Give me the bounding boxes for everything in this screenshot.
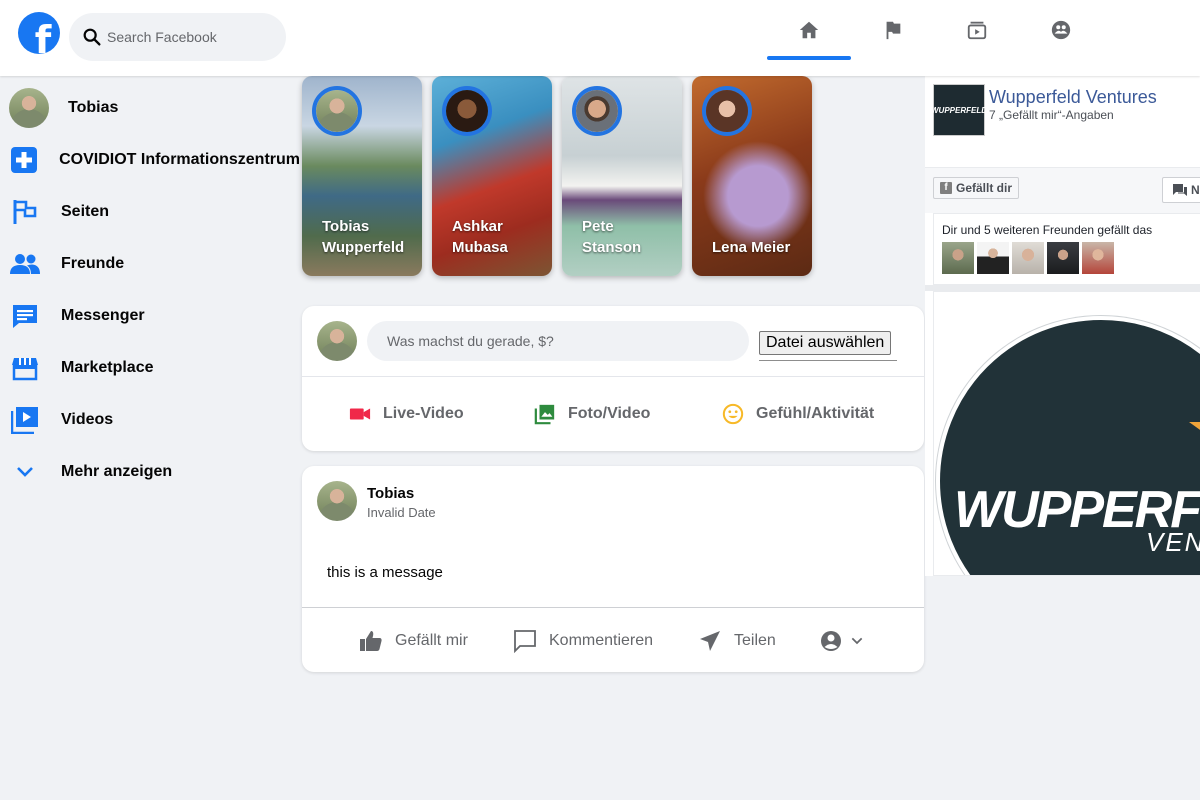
page-logo[interactable]: WUPPERFELD (931, 84, 987, 136)
search-bar[interactable] (69, 13, 286, 61)
page-cover-image[interactable]: WUPPERFELD VENTURES (933, 291, 1200, 576)
post-message: this is a message (327, 564, 443, 581)
messenger-icon (13, 305, 37, 328)
page-plugin: WUPPERFELD Wupperfeld Ventures 7 „Gefäll… (925, 76, 1200, 576)
sidebar-item-label: Seiten (61, 203, 110, 220)
left-sidebar: Tobias COVIDIOT Informationszentrum Seit… (0, 82, 300, 498)
nav-pages[interactable] (851, 0, 935, 60)
friend-avatar[interactable] (1082, 242, 1114, 274)
sidebar-item-friends[interactable]: Freunde (0, 238, 300, 290)
chevron-down-icon (851, 637, 863, 645)
groups-icon (1051, 20, 1071, 40)
status-input[interactable]: Was machst du gerade, $? (367, 321, 749, 361)
page-message-button[interactable]: N (1162, 177, 1200, 203)
page-likes-count: 7 „Gefällt mir“-Angaben (989, 108, 1114, 122)
flag-icon (886, 21, 901, 40)
friend-avatar[interactable] (977, 242, 1009, 274)
page-like-button[interactable]: f Gefällt dir (933, 177, 1020, 199)
cover-brand-subtext: VENTURES (1146, 527, 1200, 557)
file-picker[interactable]: Datei auswählen (759, 331, 897, 361)
search-icon (83, 28, 101, 46)
post-author[interactable]: Tobias (367, 485, 414, 502)
like-button[interactable]: Gefällt mir (359, 626, 468, 656)
story-name: Lena Meier (712, 239, 791, 256)
flag-icon (13, 200, 37, 224)
message-icon (1173, 184, 1187, 196)
account-circle-icon (821, 631, 841, 651)
avatar (9, 88, 49, 128)
sidebar-item-label: Mehr anzeigen (61, 463, 173, 480)
facebook-square-icon: f (940, 182, 952, 194)
avatar[interactable] (317, 481, 357, 521)
sidebar-item-videos[interactable]: Videos (0, 394, 300, 446)
story-avatar (702, 86, 752, 136)
story-avatar (572, 86, 622, 136)
smiley-icon (722, 403, 744, 425)
divider (302, 376, 924, 377)
friends-icon (10, 254, 40, 274)
live-video-button[interactable]: Live-Video (349, 394, 464, 434)
friend-faces (942, 242, 1114, 274)
photo-icon (534, 404, 555, 425)
choose-file-button[interactable]: Datei auswählen (759, 331, 892, 355)
photo-video-button[interactable]: Foto/Video (534, 394, 650, 434)
sidebar-item-label: COVIDIOT Informationszentrum (59, 151, 300, 168)
chevron-down-icon (17, 467, 33, 477)
create-post-card: Was machst du gerade, $? Datei auswählen… (302, 306, 924, 451)
audience-selector[interactable] (819, 626, 877, 656)
page-name-link[interactable]: Wupperfeld Ventures (989, 87, 1157, 108)
story-card[interactable]: Tobias Wupperfeld (302, 76, 422, 276)
story-card[interactable]: Lena Meier (692, 76, 812, 276)
live-video-icon (349, 408, 371, 420)
sidebar-item-label: Videos (61, 411, 114, 428)
facebook-logo[interactable]: f (18, 12, 60, 54)
friend-avatar[interactable] (942, 242, 974, 274)
friend-avatar[interactable] (1012, 242, 1044, 274)
comment-button[interactable]: Kommentieren (513, 626, 653, 656)
video-icon (11, 407, 38, 434)
post-timestamp[interactable]: Invalid Date (367, 505, 436, 520)
nav-watch[interactable] (935, 0, 1019, 60)
friends-like-text: Dir und 5 weiteren Freunden gefällt das (942, 223, 1153, 237)
story-name: Pete Stanson (582, 218, 642, 256)
shop-icon (12, 358, 38, 381)
page-actions-strip: f Gefällt dir N (925, 167, 1200, 213)
nav-home[interactable] (767, 0, 851, 60)
sidebar-item-marketplace[interactable]: Marketplace (0, 342, 300, 394)
sidebar-item-show-more[interactable]: Mehr anzeigen (0, 446, 300, 498)
divider (302, 607, 924, 608)
friends-like-box: Dir und 5 weiteren Freunden gefällt das (933, 213, 1200, 285)
nav-groups[interactable] (1019, 0, 1103, 60)
story-card[interactable]: Ashkar Mubasa (432, 76, 552, 276)
story-name: Tobias Wupperfeld (322, 218, 405, 256)
home-icon (799, 21, 819, 39)
plus-icon (11, 147, 38, 173)
comment-icon (514, 630, 536, 653)
story-avatar (312, 86, 362, 136)
search-input[interactable] (107, 29, 277, 45)
sidebar-item-label: Messenger (61, 307, 145, 324)
avatar (317, 321, 357, 361)
story-name: Ashkar Mubasa (452, 218, 508, 256)
thumbs-up-icon (360, 631, 382, 651)
story-avatar (442, 86, 492, 136)
sidebar-item-covid-center[interactable]: COVIDIOT Informationszentrum (0, 134, 300, 186)
feeling-activity-button[interactable]: Gefühl/Aktivität (722, 394, 874, 434)
post-card: Tobias Invalid Date this is a message Ge… (302, 466, 924, 672)
composer-actions: Live-Video Foto/Video Gefühl/Aktivität (302, 394, 924, 434)
sidebar-item-messenger[interactable]: Messenger (0, 290, 300, 342)
story-card[interactable]: Pete Stanson (562, 76, 682, 276)
cover-logo-mark (1189, 422, 1200, 432)
watch-icon (967, 21, 987, 40)
friend-avatar[interactable] (1047, 242, 1079, 274)
sidebar-item-label: Freunde (61, 255, 125, 272)
sidebar-item-label: Marketplace (61, 359, 154, 376)
share-button[interactable]: Teilen (698, 626, 776, 656)
top-header: f (0, 0, 1200, 76)
sidebar-item-label: Tobias (68, 99, 119, 116)
file-picker-underline (759, 360, 897, 361)
sidebar-item-profile[interactable]: Tobias (0, 82, 300, 134)
share-icon (700, 631, 720, 651)
sidebar-item-pages[interactable]: Seiten (0, 186, 300, 238)
